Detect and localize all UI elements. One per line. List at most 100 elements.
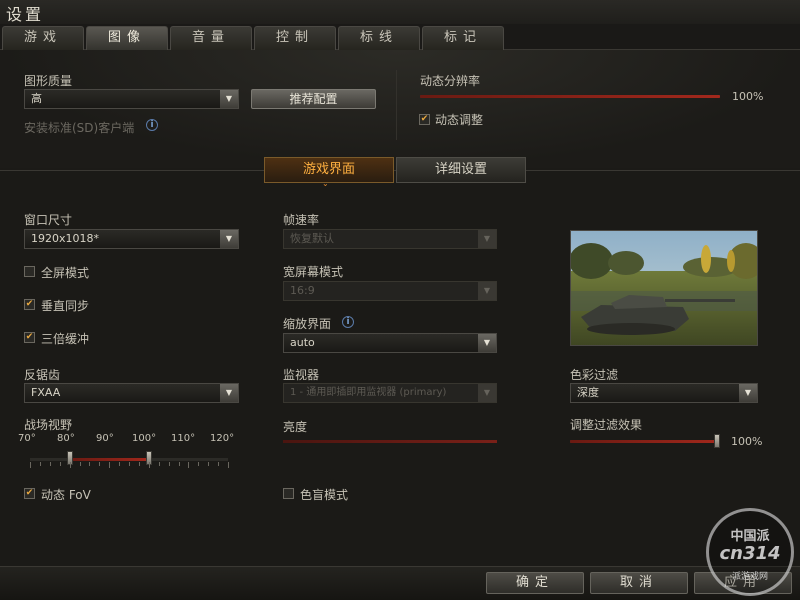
widescreen-label: 宽屏幕模式 [283, 265, 344, 279]
fov-tick-80: 80° [57, 433, 75, 444]
fov-tick-70: 70° [18, 433, 36, 444]
chevron-down-icon: ▼ [739, 384, 757, 402]
chevron-down-icon: ▼ [220, 90, 238, 108]
vsync-checkbox[interactable]: ✔ [24, 299, 35, 310]
monitor-value: 1 - 通用即插即用监视器 (primary) [290, 387, 447, 398]
graphics-quality-dropdown[interactable]: 高 ▼ [24, 89, 239, 109]
subtab-group: 游戏界面 详细设置 [264, 157, 528, 183]
filter-effect-fill [570, 440, 720, 443]
filter-effect-label: 调整过滤效果 [570, 418, 643, 432]
fullscreen-checkbox[interactable] [24, 266, 35, 277]
fov-tick-mark [158, 462, 160, 466]
tab-sound[interactable]: 音量 [170, 26, 252, 50]
fov-tick-mark [89, 462, 91, 466]
tab-markers[interactable]: 标记 [422, 26, 504, 50]
preview-image [570, 230, 758, 346]
info-icon[interactable]: i [146, 119, 158, 131]
fov-tick-mark [119, 462, 121, 466]
dynamic-resolution-value: 100% [732, 90, 764, 103]
dynamic-resolution-slider[interactable] [420, 95, 720, 98]
chevron-down-icon: ▼ [478, 230, 496, 248]
colorblind-checkbox[interactable] [283, 488, 294, 499]
info-icon[interactable]: i [342, 316, 354, 328]
ok-button[interactable]: 确定 [486, 572, 584, 594]
fullscreen-label: 全屏模式 [41, 266, 90, 280]
fov-tick-mark [99, 462, 101, 466]
watermark-bottom: 派游戏网 [731, 572, 768, 582]
chevron-down-icon: ▼ [478, 282, 496, 300]
footer-bar: 确定 取消 应用 [0, 566, 800, 600]
subtab-advanced[interactable]: 详细设置 [396, 157, 526, 183]
fov-tick-100: 100° [132, 433, 157, 444]
window-size-dropdown[interactable]: 1920x1018* ▼ [24, 229, 239, 249]
chevron-down-icon: ▼ [220, 230, 238, 248]
monitor-dropdown: 1 - 通用即插即用监视器 (primary) ▼ [283, 383, 497, 403]
ui-scale-value: auto [290, 336, 315, 349]
window-title: 设置 [6, 5, 45, 24]
fov-tick-mark [168, 462, 170, 466]
fov-tick-mark [129, 462, 130, 466]
fov-tick-mark [39, 462, 41, 466]
filter-effect-handle[interactable] [714, 434, 720, 448]
brightness-slider[interactable] [283, 440, 497, 443]
dynamic-adjust-checkbox[interactable]: ✔ [419, 114, 430, 125]
cancel-button[interactable]: 取消 [590, 572, 688, 594]
fov-tick-mark [138, 462, 140, 466]
dynamic-fov-label: 动态 FoV [41, 488, 91, 502]
brightness-label: 亮度 [283, 420, 308, 434]
fov-tick-mark [79, 462, 81, 466]
colorblind-label: 色盲模式 [300, 488, 349, 502]
anti-aliasing-dropdown[interactable]: FXAA ▼ [24, 383, 239, 403]
tab-controls[interactable]: 控制 [254, 26, 336, 50]
dynamic-resolution-label: 动态分辨率 [420, 74, 481, 88]
fov-tick-mark [49, 462, 51, 466]
ui-scale-dropdown[interactable]: auto ▼ [283, 333, 497, 353]
fov-label: 战场视野 [24, 418, 73, 432]
fov-tick-mark [109, 462, 111, 468]
widescreen-dropdown: 16:9 ▼ [283, 281, 497, 301]
fov-tick-120: 120° [210, 433, 235, 444]
tab-graphics[interactable]: 图像 [86, 26, 168, 50]
fov-tick-mark [208, 462, 210, 466]
recommend-config-button[interactable]: 推荐配置 [251, 89, 376, 109]
fov-tick-90: 90° [96, 433, 114, 444]
color-filter-value: 深度 [577, 386, 599, 399]
graphics-quality-label: 图形质量 [24, 74, 73, 88]
fps-value: 恢复默认 [290, 232, 334, 245]
fps-label: 帧速率 [283, 213, 320, 227]
dynamic-resolution-fill [420, 95, 720, 98]
top-divider [396, 70, 397, 140]
widescreen-value: 16:9 [290, 284, 315, 297]
window-size-value: 1920x1018* [31, 232, 99, 245]
fov-tick-mark [178, 462, 180, 466]
ui-scale-label: 缩放界面 [283, 317, 332, 331]
fov-tick-mark [198, 462, 200, 466]
active-indicator-icon: ⌄ [322, 179, 329, 188]
fov-range-slider[interactable] [30, 458, 228, 461]
tab-row: 游戏 图像 音量 控制 标线 标记 [0, 24, 800, 50]
fov-tick-mark [30, 462, 31, 468]
dynamic-fov-checkbox[interactable]: ✔ [24, 488, 35, 499]
triple-buffer-checkbox[interactable]: ✔ [24, 332, 35, 343]
install-sd-label: 安装标准(SD)客户端 [24, 121, 135, 135]
filter-effect-value: 100% [731, 435, 763, 448]
color-filter-dropdown[interactable]: 深度 ▼ [570, 383, 758, 403]
fov-tick-110: 110° [171, 433, 196, 444]
fov-tick-mark [148, 462, 150, 468]
anti-aliasing-value: FXAA [31, 386, 61, 399]
subtab-game-ui[interactable]: 游戏界面 [264, 157, 394, 183]
color-filter-label: 色彩过滤 [570, 368, 619, 382]
chevron-down-icon: ▼ [478, 334, 496, 352]
tab-reticle[interactable]: 标线 [338, 26, 420, 50]
chevron-down-icon: ▼ [220, 384, 238, 402]
graphics-quality-value: 高 [31, 92, 42, 105]
filter-effect-slider[interactable] [570, 440, 720, 443]
tab-game[interactable]: 游戏 [2, 26, 84, 50]
watermark-top: 中国派 [730, 529, 770, 544]
vsync-label: 垂直同步 [41, 299, 90, 313]
fov-tick-mark [218, 462, 220, 466]
fov-tick-mark [59, 462, 61, 466]
monitor-label: 监视器 [283, 368, 320, 382]
window-size-label: 窗口尺寸 [24, 213, 73, 227]
fov-tick-mark [69, 462, 71, 468]
